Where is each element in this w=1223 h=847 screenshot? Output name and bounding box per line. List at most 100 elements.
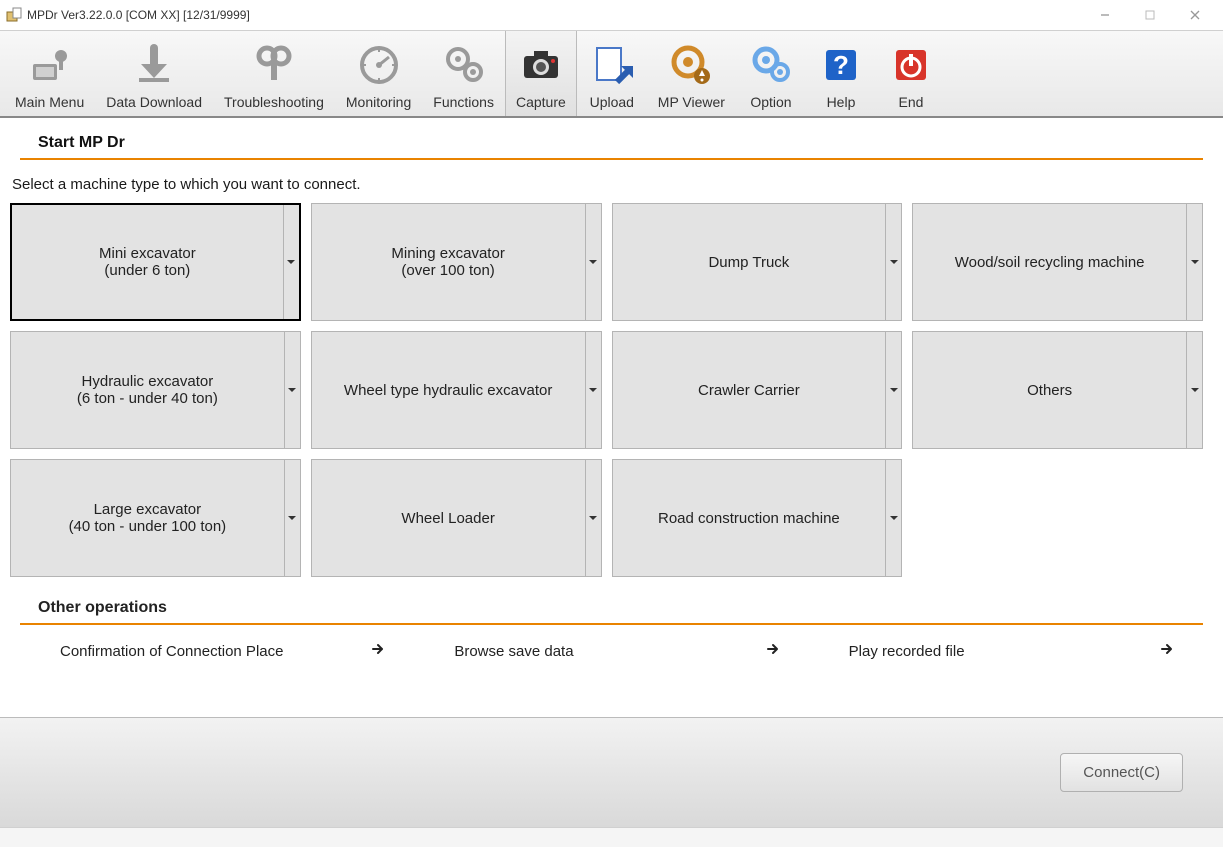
machine-title: Wheel Loader: [401, 510, 494, 527]
other-operation-link[interactable]: Confirmation of Connection Place: [20, 633, 414, 669]
toolbar-label: Help: [827, 94, 856, 110]
toolbar-monitoring[interactable]: Monitoring: [335, 31, 422, 116]
monitoring-icon: [356, 42, 402, 88]
caret-down-icon: [890, 386, 898, 394]
toolbar-label: Monitoring: [346, 94, 411, 110]
machine-type-button: Wood/soil recycling machine: [912, 203, 1203, 321]
caret-down-icon: [890, 258, 898, 266]
title-bar: MPDr Ver3.22.0.0 [COM XX] [12/31/9999]: [0, 0, 1223, 30]
other-operations-title: Other operations: [20, 587, 1203, 625]
machine-select-button[interactable]: Large excavator(40 ton - under 100 ton): [11, 460, 284, 576]
capture-icon: [518, 42, 564, 88]
machine-title: Wood/soil recycling machine: [955, 254, 1145, 271]
toolbar-label: Data Download: [106, 94, 202, 110]
machine-dropdown-button[interactable]: [284, 460, 300, 576]
main-toolbar: Main Menu Data Download Troubleshooting …: [0, 30, 1223, 118]
machine-title: Crawler Carrier: [698, 382, 800, 399]
toolbar-label: Functions: [433, 94, 494, 110]
caret-down-icon: [1191, 386, 1199, 394]
machine-dropdown-button[interactable]: [1186, 332, 1202, 448]
machine-dropdown-button[interactable]: [1186, 204, 1202, 320]
machine-subtitle: (6 ton - under 40 ton): [77, 390, 218, 407]
arrow-right-icon: [765, 641, 781, 661]
machine-type-button: Large excavator(40 ton - under 100 ton): [10, 459, 301, 577]
connect-button[interactable]: Connect(C): [1060, 753, 1183, 792]
toolbar-capture[interactable]: Capture: [505, 31, 577, 116]
close-button[interactable]: [1172, 0, 1217, 30]
other-op-label: Play recorded file: [849, 643, 965, 660]
machine-dropdown-button[interactable]: [885, 204, 901, 320]
machine-select-button[interactable]: Dump Truck: [613, 204, 886, 320]
toolbar-upload[interactable]: Upload: [577, 31, 647, 116]
machine-dropdown-button[interactable]: [885, 460, 901, 576]
machine-select-button[interactable]: Hydraulic excavator(6 ton - under 40 ton…: [11, 332, 284, 448]
status-bar: [0, 827, 1223, 847]
machine-title: Road construction machine: [658, 510, 840, 527]
data-download-icon: [131, 42, 177, 88]
machine-type-button: Wheel type hydraulic excavator: [311, 331, 602, 449]
machine-select-button[interactable]: Wheel Loader: [312, 460, 585, 576]
toolbar-label: MP Viewer: [658, 94, 725, 110]
machine-subtitle: (under 6 ton): [104, 262, 190, 279]
toolbar-label: Capture: [516, 94, 566, 110]
other-operation-link[interactable]: Browse save data: [414, 633, 808, 669]
machine-type-button: Dump Truck: [612, 203, 903, 321]
toolbar-troubleshoot[interactable]: Troubleshooting: [213, 31, 335, 116]
main-content: Start MP Dr Select a machine type to whi…: [0, 118, 1223, 717]
upload-icon: [589, 42, 635, 88]
toolbar-label: End: [899, 94, 924, 110]
machine-type-grid: Mini excavator(under 6 ton) Mining excav…: [10, 203, 1203, 587]
other-operation-link[interactable]: Play recorded file: [809, 633, 1203, 669]
machine-type-button: Road construction machine: [612, 459, 903, 577]
window-controls: [1082, 0, 1217, 30]
machine-select-button[interactable]: Mini excavator(under 6 ton): [12, 205, 283, 319]
minimize-button[interactable]: [1082, 0, 1127, 30]
machine-type-button: Mini excavator(under 6 ton): [10, 203, 301, 321]
machine-subtitle: (40 ton - under 100 ton): [69, 518, 227, 535]
toolbar-end[interactable]: End: [876, 31, 946, 116]
functions-icon: [441, 42, 487, 88]
machine-subtitle: (over 100 ton): [401, 262, 494, 279]
toolbar-mp-viewer[interactable]: MP Viewer: [647, 31, 736, 116]
start-section-title: Start MP Dr: [20, 134, 1203, 160]
machine-select-button[interactable]: Mining excavator(over 100 ton): [312, 204, 585, 320]
toolbar-option[interactable]: Option: [736, 31, 806, 116]
machine-type-button: Others: [912, 331, 1203, 449]
toolbar-functions[interactable]: Functions: [422, 31, 505, 116]
machine-title: Large excavator: [94, 501, 202, 518]
machine-dropdown-button[interactable]: [585, 332, 601, 448]
toolbar-help[interactable]: ? Help: [806, 31, 876, 116]
machine-dropdown-button[interactable]: [585, 460, 601, 576]
caret-down-icon: [1191, 258, 1199, 266]
option-icon: [748, 42, 794, 88]
maximize-button[interactable]: [1127, 0, 1172, 30]
window-title: MPDr Ver3.22.0.0 [COM XX] [12/31/9999]: [27, 8, 1082, 22]
machine-dropdown-button[interactable]: [283, 205, 299, 319]
help-icon: ?: [818, 42, 864, 88]
toolbar-label: Option: [750, 94, 791, 110]
arrow-right-icon: [370, 641, 386, 661]
main-menu-icon: [27, 42, 73, 88]
caret-down-icon: [589, 514, 597, 522]
machine-dropdown-button[interactable]: [885, 332, 901, 448]
machine-select-button[interactable]: Wheel type hydraulic excavator: [312, 332, 585, 448]
machine-dropdown-button[interactable]: [585, 204, 601, 320]
machine-select-button[interactable]: Road construction machine: [613, 460, 886, 576]
toolbar-main-menu[interactable]: Main Menu: [4, 31, 95, 116]
caret-down-icon: [288, 386, 296, 394]
machine-title: Wheel type hydraulic excavator: [344, 382, 552, 399]
machine-dropdown-button[interactable]: [284, 332, 300, 448]
caret-down-icon: [288, 514, 296, 522]
machine-select-button[interactable]: Others: [913, 332, 1186, 448]
mp-viewer-icon: [668, 42, 714, 88]
machine-select-button[interactable]: Crawler Carrier: [613, 332, 886, 448]
machine-type-button: Hydraulic excavator(6 ton - under 40 ton…: [10, 331, 301, 449]
arrow-right-icon: [1159, 641, 1175, 661]
machine-type-button: Wheel Loader: [311, 459, 602, 577]
footer-bar: Connect(C): [0, 717, 1223, 827]
machine-select-button[interactable]: Wood/soil recycling machine: [913, 204, 1186, 320]
toolbar-data-download[interactable]: Data Download: [95, 31, 213, 116]
app-icon: [6, 7, 22, 23]
toolbar-label: Troubleshooting: [224, 94, 324, 110]
caret-down-icon: [589, 258, 597, 266]
